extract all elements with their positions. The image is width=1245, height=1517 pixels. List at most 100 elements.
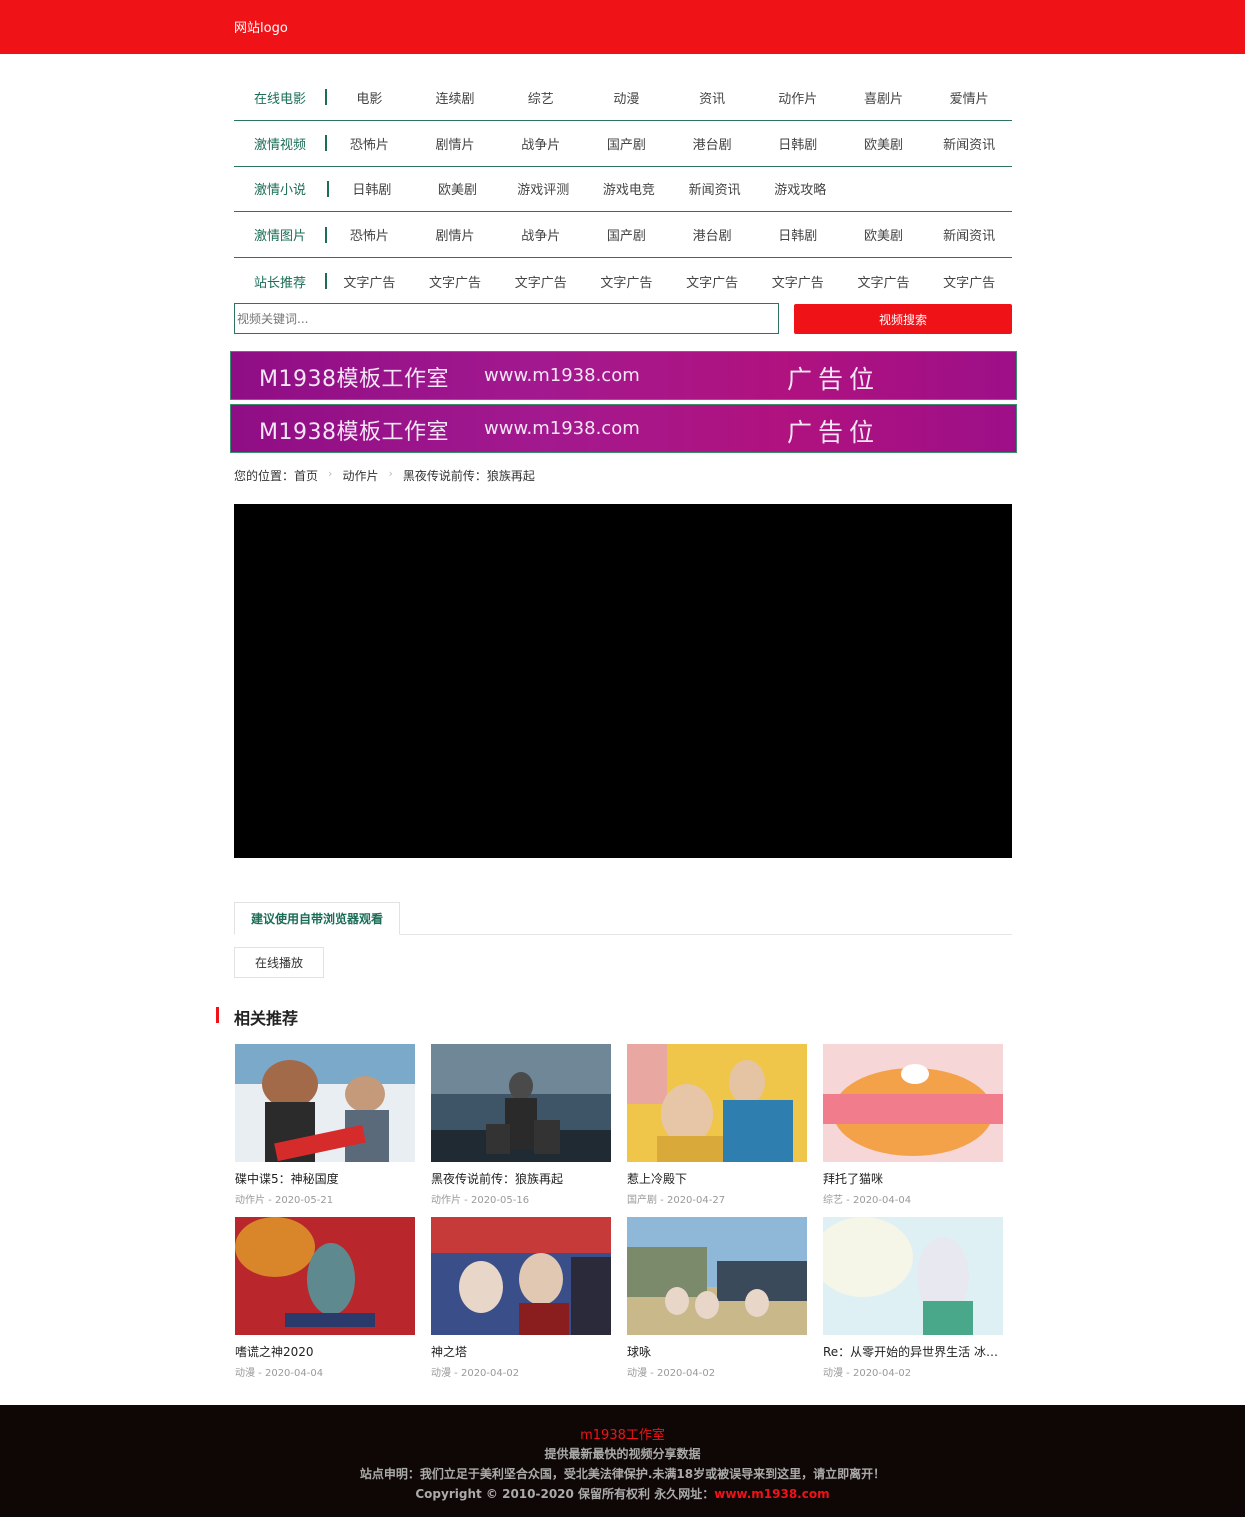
breadcrumb-home[interactable]: 首页	[294, 467, 318, 484]
nav-row: 在线电影 电影 连续剧 综艺 动漫 资讯 动作片 喜剧片 爱情片	[234, 75, 1012, 121]
nav-link[interactable]: 剧情片	[412, 134, 498, 153]
video-title[interactable]: 球咏	[627, 1343, 807, 1360]
video-title[interactable]: 拜托了猫咪	[823, 1170, 1003, 1187]
nav-link[interactable]: 恐怖片	[327, 225, 413, 244]
search-input[interactable]	[234, 303, 779, 334]
nav-link[interactable]: 港台剧	[669, 225, 755, 244]
nav-link[interactable]: 日韩剧	[755, 134, 841, 153]
related-title: 相关推荐	[234, 1009, 299, 1028]
nav-items: 文字广告 文字广告 文字广告 文字广告 文字广告 文字广告 文字广告 文字广告	[327, 272, 1013, 291]
video-poster[interactable]	[235, 1217, 415, 1335]
text-ad-link[interactable]: 文字广告	[841, 272, 927, 291]
nav-category[interactable]: 站长推荐	[234, 272, 324, 291]
nav-link[interactable]: 恐怖片	[327, 134, 413, 153]
nav-link[interactable]: 日韩剧	[755, 225, 841, 244]
online-play-button[interactable]: 在线播放	[234, 947, 324, 978]
copyright-text: Copyright © 2010-2020 保留所有权利 永久网址：	[415, 1487, 715, 1501]
nav-link[interactable]: 战争片	[498, 225, 584, 244]
nav-items: 电影 连续剧 综艺 动漫 资讯 动作片 喜剧片 爱情片	[327, 88, 1013, 107]
video-meta: 动漫 - 2020-04-02	[823, 1368, 912, 1379]
breadcrumb-category[interactable]: 动作片	[342, 467, 378, 484]
video-title[interactable]: 嗜谎之神2020	[235, 1343, 415, 1360]
video-card[interactable]: 球咏 动漫 - 2020-04-02	[627, 1217, 807, 1379]
video-poster[interactable]	[431, 1044, 611, 1162]
video-card[interactable]: 嗜谎之神2020 动漫 - 2020-04-04	[235, 1217, 415, 1379]
nav-category[interactable]: 激情小说	[234, 179, 326, 198]
nav-category[interactable]: 在线电影	[234, 88, 324, 107]
nav-link[interactable]: 动作片	[755, 88, 841, 107]
nav-link[interactable]: 新闻资讯	[672, 179, 758, 198]
video-card[interactable]: Re：从零开始的异世界生活 冰结... 动漫 - 2020-04-02	[823, 1217, 1003, 1379]
video-poster[interactable]	[627, 1217, 807, 1335]
video-title[interactable]: 黑夜传说前传：狼族再起	[431, 1170, 611, 1187]
category-nav: 在线电影 电影 连续剧 综艺 动漫 资讯 动作片 喜剧片 爱情片 激情视频 恐怖…	[234, 75, 1012, 304]
nav-link[interactable]: 连续剧	[412, 88, 498, 107]
text-ad-link[interactable]: 文字广告	[669, 272, 755, 291]
ad-banner[interactable]: M1938模板工作室 www.m1938.com 广告位	[230, 404, 1017, 453]
nav-link[interactable]: 游戏电竞	[586, 179, 672, 198]
text-ad-link[interactable]: 文字广告	[584, 272, 670, 291]
site-footer: m1938工作室 提供最新最快的视频分享数据 站点申明：我们立足于美利坚合众国，…	[0, 1405, 1245, 1517]
video-title[interactable]: Re：从零开始的异世界生活 冰结...	[823, 1343, 1003, 1360]
search-button[interactable]: 视频搜索	[794, 304, 1012, 334]
nav-link[interactable]: 剧情片	[412, 225, 498, 244]
nav-link[interactable]: 欧美剧	[415, 179, 501, 198]
nav-link[interactable]: 战争片	[498, 134, 584, 153]
tab-browser-hint[interactable]: 建议使用自带浏览器观看	[234, 902, 400, 935]
nav-category[interactable]: 激情图片	[234, 225, 324, 244]
video-card[interactable]: 黑夜传说前传：狼族再起 动作片 - 2020-05-16	[431, 1044, 611, 1206]
ad-url: www.m1938.com	[484, 418, 640, 439]
nav-link[interactable]: 爱情片	[926, 88, 1012, 107]
nav-items: 恐怖片 剧情片 战争片 国产剧 港台剧 日韩剧 欧美剧 新闻资讯	[327, 225, 1013, 244]
video-title[interactable]: 神之塔	[431, 1343, 611, 1360]
text-ad-link[interactable]: 文字广告	[498, 272, 584, 291]
text-ad-link[interactable]: 文字广告	[755, 272, 841, 291]
video-poster[interactable]	[235, 1044, 415, 1162]
nav-link[interactable]: 资讯	[669, 88, 755, 107]
footer-slogan: 提供最新最快的视频分享数据	[544, 1447, 701, 1461]
nav-row: 激情小说 日韩剧 欧美剧 游戏评测 游戏电竞 新闻资讯 游戏攻略	[234, 167, 1012, 213]
video-title[interactable]: 碟中谍5：神秘国度	[235, 1170, 415, 1187]
nav-link[interactable]: 电影	[327, 88, 413, 107]
video-card[interactable]: 惹上冷殿下 国产剧 - 2020-04-27	[627, 1044, 807, 1206]
video-meta: 动作片 - 2020-05-21	[235, 1195, 334, 1206]
nav-link[interactable]: 国产剧	[584, 134, 670, 153]
site-header: 网站logo	[0, 0, 1245, 54]
video-meta: 国产剧 - 2020-04-27	[627, 1195, 726, 1206]
footer-site-url[interactable]: www.m1938.com	[714, 1487, 829, 1501]
breadcrumb-prefix: 您的位置：	[234, 469, 295, 483]
ad-url: www.m1938.com	[484, 365, 640, 386]
nav-link[interactable]: 喜剧片	[841, 88, 927, 107]
video-poster[interactable]	[823, 1044, 1003, 1162]
video-title[interactable]: 惹上冷殿下	[627, 1170, 807, 1187]
breadcrumb-current: 黑夜传说前传：狼族再起	[402, 469, 535, 483]
video-poster[interactable]	[431, 1217, 611, 1335]
video-meta: 动漫 - 2020-04-02	[431, 1368, 520, 1379]
nav-link[interactable]: 日韩剧	[329, 179, 415, 198]
text-ad-link[interactable]: 文字广告	[327, 272, 413, 291]
video-card[interactable]: 碟中谍5：神秘国度 动作片 - 2020-05-21	[235, 1044, 415, 1206]
video-card[interactable]: 神之塔 动漫 - 2020-04-02	[431, 1217, 611, 1379]
nav-link[interactable]: 欧美剧	[841, 225, 927, 244]
nav-link[interactable]: 游戏评测	[500, 179, 586, 198]
nav-link[interactable]: 国产剧	[584, 225, 670, 244]
video-poster[interactable]	[627, 1044, 807, 1162]
ad-banner[interactable]: M1938模板工作室 www.m1938.com 广告位	[230, 351, 1017, 400]
text-ad-link[interactable]: 文字广告	[926, 272, 1012, 291]
ad-brand: M1938模板工作室	[259, 420, 449, 445]
video-player[interactable]	[234, 504, 1012, 858]
nav-link[interactable]: 综艺	[498, 88, 584, 107]
footer-disclaimer: 站点申明：我们立足于美利坚合众国，受北美法律保护.未满18岁或被误导来到这里，请…	[359, 1467, 886, 1481]
text-ad-link[interactable]: 文字广告	[412, 272, 498, 291]
nav-link[interactable]: 游戏攻略	[757, 179, 843, 198]
chevron-right-icon: ›	[388, 467, 393, 480]
nav-link[interactable]: 动漫	[584, 88, 670, 107]
nav-link[interactable]: 新闻资讯	[926, 134, 1012, 153]
site-logo[interactable]: 网站logo	[234, 17, 288, 36]
nav-link[interactable]: 港台剧	[669, 134, 755, 153]
nav-category[interactable]: 激情视频	[234, 134, 324, 153]
nav-link[interactable]: 欧美剧	[841, 134, 927, 153]
video-card[interactable]: 拜托了猫咪 综艺 - 2020-04-04	[823, 1044, 1003, 1206]
video-poster[interactable]	[823, 1217, 1003, 1335]
nav-link[interactable]: 新闻资讯	[926, 225, 1012, 244]
